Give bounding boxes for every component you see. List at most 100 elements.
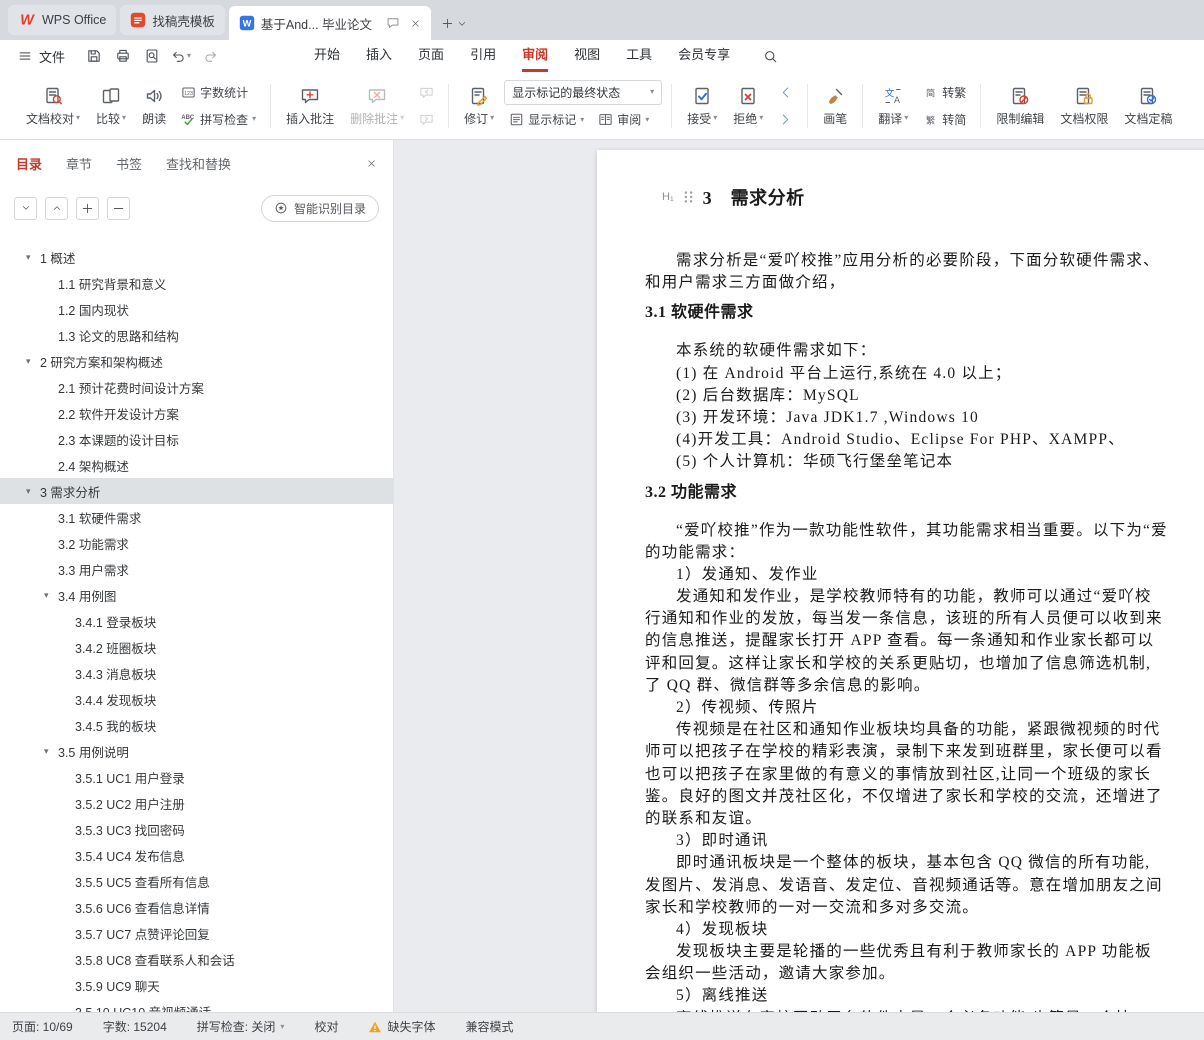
outline-item[interactable]: 1.2 国内现状: [0, 296, 393, 322]
spellcheck-button[interactable]: ABC 拼写检查 ▾: [176, 107, 261, 131]
review-pane-button[interactable]: 审阅 ▾: [593, 108, 654, 132]
outline-item[interactable]: 3.2 功能需求: [0, 530, 393, 556]
simplified-to-traditional-button[interactable]: 简转繁: [918, 80, 971, 104]
outline-item[interactable]: 3.5.10 UC10 音视频通话: [0, 998, 393, 1013]
sidebar-tab-1[interactable]: 章节: [66, 154, 92, 173]
sidebar-tab-3[interactable]: 查找和替换: [166, 154, 231, 173]
document-page[interactable]: H₁ 3 需求分析 需求分析是“爱吖校推”应用分析的必要阶段，下面分软硬件需求、…: [597, 150, 1204, 1012]
spellcheck-status[interactable]: 拼写检查: 关闭 ▾: [197, 1018, 285, 1035]
outline-item[interactable]: 3.1 软硬件需求: [0, 504, 393, 530]
outline-item[interactable]: 3.5.7 UC7 点赞评论回复: [0, 920, 393, 946]
previous-change-button[interactable]: [773, 80, 798, 104]
accept-button[interactable]: 接受 ▾: [681, 78, 723, 134]
chevron-down-icon[interactable]: [457, 19, 467, 29]
delete-comment-button[interactable]: 删除批注 ▾: [344, 78, 410, 134]
menu-tab-1[interactable]: 插入: [353, 40, 405, 72]
menu-tab-2[interactable]: 页面: [405, 40, 457, 72]
outline-item[interactable]: ▾ 3 需求分析: [0, 478, 393, 504]
menu-tab-3[interactable]: 引用: [457, 40, 509, 72]
translate-button[interactable]: 文 A 翻译 ▾: [872, 78, 914, 134]
save-button[interactable]: [81, 44, 107, 68]
outline-item[interactable]: 2.3 本课题的设计目标: [0, 426, 393, 452]
outline-item[interactable]: 3.4.2 班圈板块: [0, 634, 393, 660]
previous-comment-button[interactable]: [414, 80, 439, 104]
missing-font-warning[interactable]: 缺失字体: [368, 1018, 435, 1035]
outline-item[interactable]: 3.4.4 发现板块: [0, 686, 393, 712]
outline-item[interactable]: ▾ 3.4 用例图: [0, 582, 393, 608]
compat-mode[interactable]: 兼容模式: [465, 1018, 513, 1035]
tab-close-icon[interactable]: [410, 18, 421, 29]
undo-button[interactable]: ▾: [168, 44, 194, 68]
outline-item[interactable]: 3.5.9 UC9 聊天: [0, 972, 393, 998]
page-indicator[interactable]: 页面: 10/69: [12, 1018, 73, 1035]
menu-tab-5[interactable]: 视图: [561, 40, 613, 72]
sidebar-tab-2[interactable]: 书签: [116, 154, 142, 173]
redo-button[interactable]: [197, 44, 223, 68]
chevron-expanded-icon[interactable]: ▾: [44, 590, 58, 601]
next-change-button[interactable]: [773, 107, 798, 131]
tab-wps-home[interactable]: W WPS Office: [8, 5, 117, 35]
outline-item[interactable]: 3.3 用户需求: [0, 556, 393, 582]
word-count-button[interactable]: 123 字数统计: [176, 80, 261, 104]
menu-tab-4[interactable]: 审阅: [509, 40, 561, 72]
show-markup-button[interactable]: 显示标记 ▾: [504, 108, 589, 132]
doc-permission-button[interactable]: 文档权限: [1054, 78, 1114, 134]
chevron-expanded-icon[interactable]: ▾: [26, 252, 40, 263]
reject-button[interactable]: 拒绝 ▾: [727, 78, 769, 134]
print-preview-button[interactable]: [139, 44, 165, 68]
outline-item[interactable]: 3.5.3 UC3 找回密码: [0, 816, 393, 842]
smart-toc-button[interactable]: 智能识别目录: [260, 194, 379, 222]
next-comment-button[interactable]: [414, 107, 439, 131]
chevron-expanded-icon[interactable]: ▾: [26, 486, 40, 497]
tab-thesis-document[interactable]: W 基于And... 毕业论文: [228, 6, 432, 40]
tab-template-app[interactable]: 找稿壳模板: [120, 5, 225, 35]
menu-tab-0[interactable]: 开始: [301, 40, 353, 72]
outline-item[interactable]: 1.3 论文的思路和结构: [0, 322, 393, 348]
sidebar-tab-0[interactable]: 目录: [16, 154, 42, 173]
drag-handle-icon[interactable]: [682, 190, 695, 204]
expand-all-button[interactable]: [45, 196, 68, 220]
file-menu-button[interactable]: 文件: [10, 47, 73, 66]
outline-item[interactable]: 2.1 预计花费时间设计方案: [0, 374, 393, 400]
outline-item[interactable]: 3.4.3 消息板块: [0, 660, 393, 686]
print-button[interactable]: [110, 44, 136, 68]
track-changes-button[interactable]: 修订 ▾: [458, 78, 500, 134]
outline-item[interactable]: 1.1 研究背景和意义: [0, 270, 393, 296]
menu-tab-6[interactable]: 工具: [613, 40, 665, 72]
chevron-expanded-icon[interactable]: ▾: [26, 356, 40, 367]
collapse-all-button[interactable]: [14, 196, 37, 220]
insert-comment-button[interactable]: 插入批注: [280, 78, 340, 134]
doc-finalize-button[interactable]: 文档定稿: [1118, 78, 1178, 134]
outline-item[interactable]: ▾ 3.5 用例说明: [0, 738, 393, 764]
doc-proofread-button[interactable]: 文档校对 ▾: [20, 78, 86, 134]
chevron-expanded-icon[interactable]: ▾: [44, 746, 58, 757]
restrict-edit-button[interactable]: 限制编辑: [990, 78, 1050, 134]
collapse-level-button[interactable]: [107, 196, 130, 220]
outline-item[interactable]: 3.5.5 UC5 查看所有信息: [0, 868, 393, 894]
outline-item[interactable]: 3.4.1 登录板块: [0, 608, 393, 634]
outline-item[interactable]: 3.5.2 UC2 用户注册: [0, 790, 393, 816]
outline-item[interactable]: 3.5.6 UC6 查看信息详情: [0, 894, 393, 920]
outline-item[interactable]: 3.5.4 UC4 发布信息: [0, 842, 393, 868]
outline-item[interactable]: 3.5.1 UC1 用户登录: [0, 764, 393, 790]
expand-level-button[interactable]: [76, 196, 99, 220]
markup-state-combobox[interactable]: 显示标记的最终状态 ▾: [504, 79, 663, 105]
outline-item[interactable]: 2.4 架构概述: [0, 452, 393, 478]
outline-item[interactable]: 3.5.8 UC8 查看联系人和会话: [0, 946, 393, 972]
document-area[interactable]: H₁ 3 需求分析 需求分析是“爱吖校推”应用分析的必要阶段，下面分软硬件需求、…: [394, 140, 1204, 1012]
comment-bubble-icon[interactable]: [386, 16, 400, 30]
outline-item[interactable]: ▾ 2 研究方案和架构概述: [0, 348, 393, 374]
word-count[interactable]: 字数: 15204: [103, 1018, 167, 1035]
outline-item[interactable]: 3.4.5 我的板块: [0, 712, 393, 738]
new-tab-button[interactable]: [441, 17, 467, 30]
outline-item[interactable]: 2.2 软件开发设计方案: [0, 400, 393, 426]
read-aloud-button[interactable]: 朗读: [136, 78, 172, 134]
menu-tab-7[interactable]: 会员专享: [665, 40, 743, 72]
traditional-to-simplified-button[interactable]: 繁转简: [918, 107, 971, 131]
sidebar-close-icon[interactable]: [366, 158, 377, 169]
brush-button[interactable]: 画笔: [817, 78, 853, 134]
proofread-button[interactable]: 校对: [314, 1018, 338, 1035]
compare-button[interactable]: 比较 ▾: [90, 78, 132, 134]
outline-item[interactable]: ▾ 1 概述: [0, 244, 393, 270]
search-button[interactable]: [759, 45, 782, 68]
